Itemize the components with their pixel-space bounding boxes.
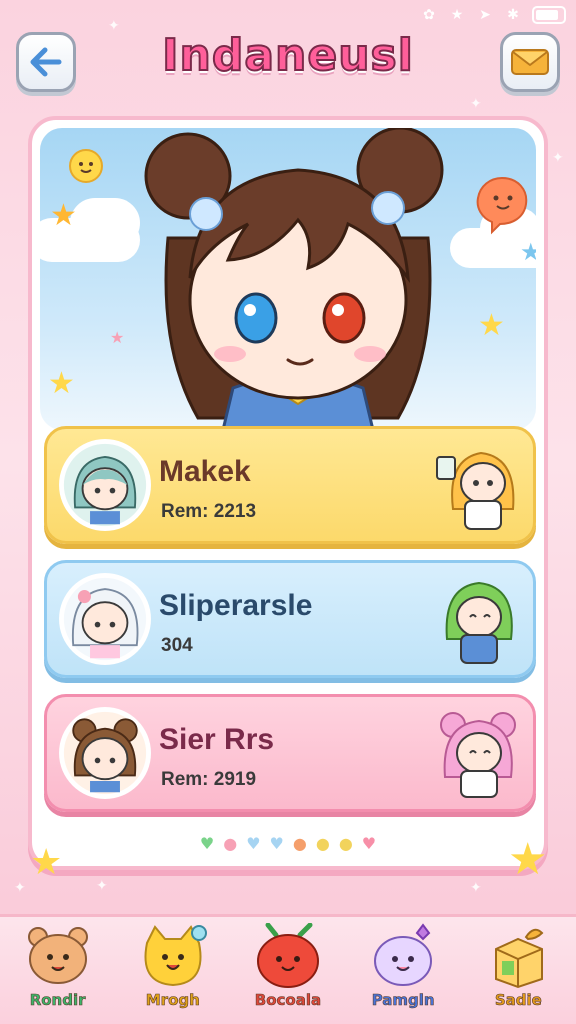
red-blob-icon bbox=[256, 923, 319, 988]
nav-item-mrogh[interactable]: Mrogh bbox=[123, 923, 223, 1023]
nav-label: Mrogh bbox=[145, 991, 200, 1010]
character-card[interactable]: Sliperarsle 304 bbox=[44, 560, 536, 678]
character-thumbnail bbox=[436, 451, 515, 530]
sparkle-icon: ✦ bbox=[108, 18, 120, 34]
nav-item-rondir[interactable]: Rondir bbox=[8, 923, 108, 1023]
star-icon: ★ bbox=[50, 198, 77, 233]
page-dot[interactable]: ♥ bbox=[270, 836, 284, 852]
page-dot[interactable]: ♥ bbox=[200, 836, 214, 852]
nav-item-pamgln[interactable]: Pamgln bbox=[353, 923, 453, 1023]
sparkle-icon: ✦ bbox=[96, 878, 108, 894]
character-panel: ★ ★ ★ ★ ★ Makek Rem: 2213 Sliperarsle 30… bbox=[28, 116, 548, 870]
page-dot[interactable]: ♥ bbox=[362, 836, 376, 852]
star-icon: ★ bbox=[30, 842, 63, 883]
page-title: Indaneusl bbox=[161, 29, 414, 82]
nav-label: Pamgln bbox=[371, 991, 435, 1010]
arrow-left-icon bbox=[30, 47, 62, 77]
bluetooth-icon: ✱ bbox=[507, 7, 519, 23]
character-thumbnail bbox=[440, 712, 516, 798]
character-subtitle: Rem: 2919 bbox=[161, 769, 257, 790]
nav-label: Bocoala bbox=[254, 991, 322, 1010]
purple-bunny-icon bbox=[374, 923, 433, 986]
star-icon: ★ bbox=[478, 308, 505, 343]
sparkle-icon: ✦ bbox=[552, 150, 564, 166]
nav-item-sadie[interactable]: Sadie bbox=[468, 923, 568, 1023]
sparkle-icon: ✦ bbox=[470, 96, 482, 112]
page-dot[interactable]: ● bbox=[316, 836, 330, 852]
character-subtitle: 304 bbox=[161, 635, 193, 656]
star-icon: ★ bbox=[110, 328, 125, 347]
character-thumbnail bbox=[445, 581, 513, 664]
mail-button[interactable] bbox=[500, 32, 560, 92]
notification-icon: ✿ bbox=[423, 7, 435, 23]
battery-icon bbox=[532, 6, 566, 24]
mail-envelope-icon bbox=[511, 49, 549, 75]
star-icon: ★ bbox=[450, 7, 464, 23]
star-icon: ★ bbox=[48, 366, 75, 401]
avatar bbox=[59, 439, 151, 531]
star-icon: ★ bbox=[520, 238, 536, 266]
back-button[interactable] bbox=[16, 32, 76, 92]
sun-icon bbox=[69, 149, 103, 183]
location-icon: ➤ bbox=[479, 7, 491, 23]
character-card[interactable]: Makek Rem: 2213 bbox=[44, 426, 536, 544]
orange-ghost-icon bbox=[476, 176, 528, 235]
page-dot[interactable]: ● bbox=[223, 836, 237, 852]
status-bar: ✿ ★ ➤ ✱ bbox=[420, 4, 566, 26]
page-indicator: ♥ ● ♥ ♥ ● ● ● ♥ bbox=[32, 836, 544, 852]
bottom-navigation: Rondir Mrogh Bocoala Pamgln Sadie bbox=[0, 914, 576, 1024]
character-name: Sier Rrs bbox=[159, 723, 275, 756]
hero-portrait: ★ ★ ★ ★ ★ bbox=[40, 128, 536, 430]
nav-item-bocoala[interactable]: Bocoala bbox=[238, 923, 338, 1023]
sparkle-icon: ✦ bbox=[14, 880, 26, 896]
star-icon: ★ bbox=[508, 834, 548, 885]
character-subtitle: Rem: 2213 bbox=[161, 501, 257, 522]
avatar bbox=[59, 707, 151, 799]
nav-label: Sadie bbox=[494, 991, 543, 1010]
bear-icon bbox=[27, 927, 88, 984]
sparkle-icon: ✦ bbox=[470, 880, 482, 896]
avatar bbox=[59, 573, 151, 665]
character-name: Makek bbox=[159, 455, 251, 488]
page-dot[interactable]: ● bbox=[339, 836, 353, 852]
character-card[interactable]: Sier Rrs Rem: 2919 bbox=[44, 694, 536, 812]
character-girl-portrait bbox=[144, 128, 444, 430]
gift-box-icon bbox=[495, 928, 544, 989]
yellow-cat-icon bbox=[144, 925, 207, 987]
nav-label: Rondir bbox=[29, 991, 86, 1010]
character-name: Sliperarsle bbox=[159, 589, 313, 622]
page-dot[interactable]: ♥ bbox=[246, 836, 260, 852]
page-dot[interactable]: ● bbox=[293, 836, 307, 852]
